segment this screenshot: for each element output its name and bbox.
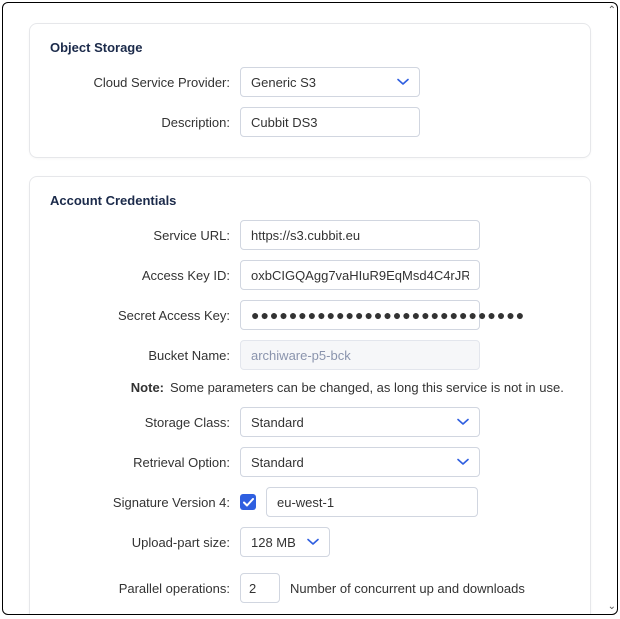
upload-part-label: Upload-part size:	[50, 535, 240, 550]
row-note: Note: Some parameters can be changed, as…	[50, 380, 570, 395]
row-secret-key: Secret Access Key: ●●●●●●●●●●●●●●●●●●●●●…	[50, 300, 570, 330]
sigv4-label: Signature Version 4:	[50, 495, 240, 510]
storage-class-value: Standard	[251, 415, 304, 430]
retrieval-value: Standard	[251, 455, 304, 470]
bucket-value: archiware-p5-bck	[251, 348, 351, 363]
parallel-input[interactable]	[240, 573, 280, 603]
chevron-down-icon	[457, 458, 469, 466]
row-storage-class: Storage Class: Standard	[50, 407, 570, 437]
storage-class-label: Storage Class:	[50, 415, 240, 430]
provider-select[interactable]: Generic S3	[240, 67, 420, 97]
provider-value: Generic S3	[251, 75, 316, 90]
section-account-credentials: Account Credentials Service URL: Access …	[29, 176, 591, 615]
note-text: Some parameters can be changed, as long …	[170, 380, 564, 395]
dialog-content: Object Storage Cloud Service Provider: G…	[3, 3, 617, 615]
section-object-storage: Object Storage Cloud Service Provider: G…	[29, 23, 591, 158]
parallel-hint: Number of concurrent up and downloads	[290, 581, 525, 596]
bucket-input: archiware-p5-bck	[240, 340, 480, 370]
row-provider: Cloud Service Provider: Generic S3	[50, 67, 570, 97]
secret-key-input[interactable]: ●●●●●●●●●●●●●●●●●●●●●●●●●●●●●	[240, 300, 480, 330]
row-access-key: Access Key ID:	[50, 260, 570, 290]
object-storage-title: Object Storage	[50, 40, 570, 55]
scroll-up-icon[interactable]: ⌃	[608, 5, 616, 16]
service-url-label: Service URL:	[50, 228, 240, 243]
description-input[interactable]	[240, 107, 420, 137]
row-bucket: Bucket Name: archiware-p5-bck	[50, 340, 570, 370]
upload-part-value: 128 MB	[251, 535, 296, 550]
access-key-label: Access Key ID:	[50, 268, 240, 283]
row-description: Description:	[50, 107, 570, 137]
parallel-label: Parallel operations:	[50, 581, 240, 596]
upload-part-select[interactable]: 128 MB	[240, 527, 330, 557]
chevron-down-icon	[457, 418, 469, 426]
row-service-url: Service URL:	[50, 220, 570, 250]
sigv4-checkbox[interactable]	[240, 494, 256, 510]
chevron-down-icon	[397, 78, 409, 86]
row-parallel: Parallel operations: Number of concurren…	[50, 573, 570, 603]
secret-key-label: Secret Access Key:	[50, 308, 240, 323]
scroll-down-icon[interactable]: ⌄	[608, 601, 616, 612]
bucket-label: Bucket Name:	[50, 348, 240, 363]
storage-class-select[interactable]: Standard	[240, 407, 480, 437]
account-title: Account Credentials	[50, 193, 570, 208]
row-sigv4: Signature Version 4:	[50, 487, 570, 517]
dialog-container: ⌃ ⌄ Object Storage Cloud Service Provide…	[2, 2, 618, 615]
retrieval-label: Retrieval Option:	[50, 455, 240, 470]
sigv4-region-input[interactable]	[266, 487, 478, 517]
description-label: Description:	[50, 115, 240, 130]
row-upload-part: Upload-part size: 128 MB	[50, 527, 570, 557]
row-retrieval: Retrieval Option: Standard	[50, 447, 570, 477]
retrieval-select[interactable]: Standard	[240, 447, 480, 477]
service-url-input[interactable]	[240, 220, 480, 250]
access-key-input[interactable]	[240, 260, 480, 290]
secret-key-value: ●●●●●●●●●●●●●●●●●●●●●●●●●●●●●	[251, 307, 525, 323]
provider-label: Cloud Service Provider:	[50, 75, 240, 90]
chevron-down-icon	[307, 538, 319, 546]
note-label: Note:	[50, 380, 170, 395]
